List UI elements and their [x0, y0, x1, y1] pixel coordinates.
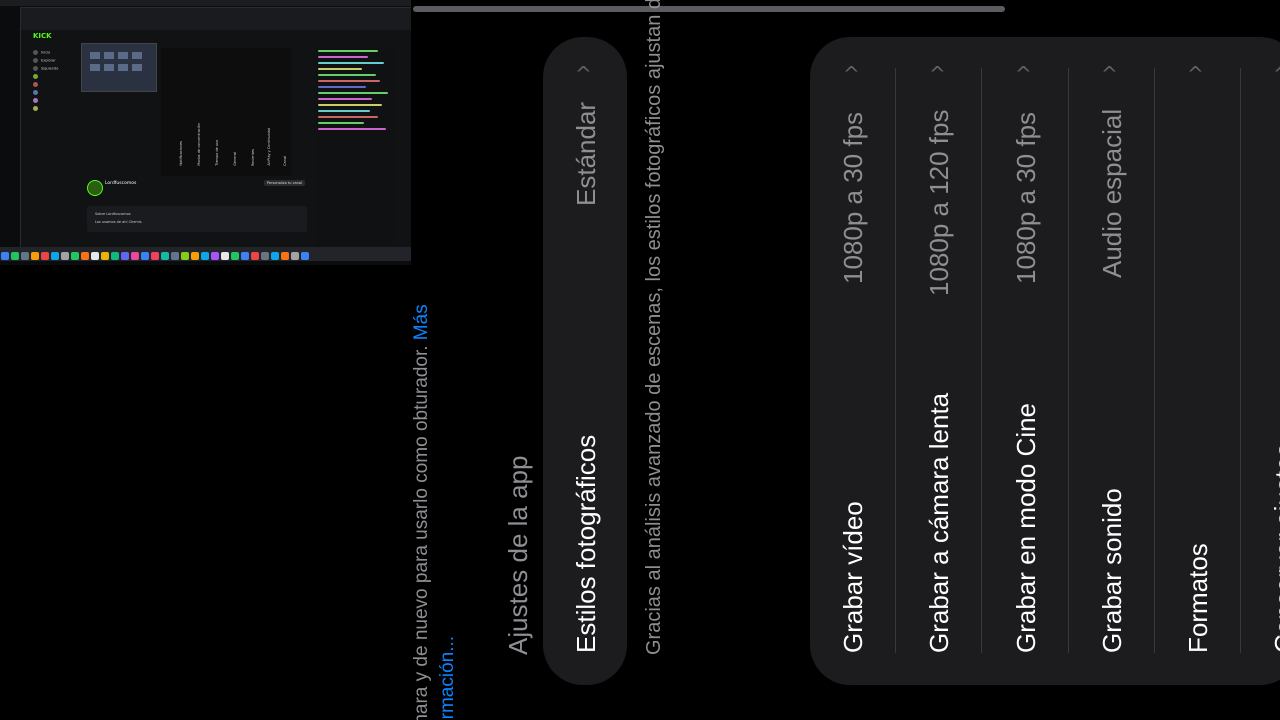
heart-icon — [33, 66, 38, 71]
avatar[interactable] — [87, 180, 103, 196]
divider — [1240, 68, 1241, 653]
menu-item[interactable]: Canal — [283, 156, 287, 166]
menu-item[interactable]: Tiempo de uso — [215, 140, 219, 166]
dock — [0, 247, 411, 261]
menu-item[interactable]: AirPlay y Continuidad — [267, 128, 271, 166]
menu-item[interactable]: Recientes — [251, 149, 255, 166]
intro-text: cámara y de nuevo para usarlo como obtur… — [411, 30, 461, 720]
sidebar-channel[interactable] — [33, 98, 79, 103]
photographic-styles-label: Estilos fotográficos — [571, 434, 601, 653]
row-slow-motion-label[interactable]: Grabar a cámara lenta — [924, 393, 955, 653]
section-title: Ajustes de la app — [503, 455, 533, 655]
chevron-icon: ^ — [1015, 62, 1032, 86]
row-slow-motion-value: 1080p a 120 fps — [924, 109, 954, 297]
settings-side-menu: Notificaciones Modos de concentración Ti… — [161, 48, 291, 176]
browser-toolbar — [21, 8, 411, 30]
sidebar-channel[interactable] — [33, 106, 79, 111]
avatar — [33, 74, 38, 79]
row-preserve-settings-label[interactable]: Conservar ajustes — [1269, 443, 1280, 653]
customize-channel-button[interactable]: Personaliza tu canal — [263, 180, 305, 186]
stream-preview[interactable] — [81, 43, 157, 92]
sidebar-item-explorar[interactable]: Explorar — [33, 58, 79, 63]
row-cinematic-value: 1080p a 30 fps — [1011, 111, 1041, 284]
kick-sidebar: Inicio Explorar Siguiendo — [21, 38, 79, 248]
sidebar-item-siguiendo[interactable]: Siguiendo — [33, 66, 79, 71]
menu-item[interactable]: Notificaciones — [179, 141, 183, 166]
chevron-icon: ^ — [1273, 64, 1280, 84]
about-text: Los usamos de ahí Chemis — [95, 220, 142, 224]
photographic-styles-value: Estándar — [571, 101, 601, 206]
menu-bar — [0, 0, 411, 6]
chevron-icon: ^ — [843, 62, 860, 86]
divider — [1068, 68, 1069, 653]
row-record-video-value: 1080p a 30 fps — [838, 111, 868, 284]
menu-item[interactable]: General — [233, 152, 237, 166]
chevron-icon: ^ — [1101, 62, 1118, 86]
row-cinematic-label[interactable]: Grabar en modo Cine — [1011, 403, 1042, 653]
row-record-sound-label[interactable]: Grabar sonido — [1097, 488, 1128, 653]
browser-window: KICK Inicio Explorar Siguiendo Notificac… — [20, 7, 411, 249]
about-section: Sobre Lordfuscomos Los usamos de ahí Che… — [87, 206, 307, 232]
camera-settings-screen: cámara y de nuevo para usarlo como obtur… — [411, 0, 1280, 720]
scrollbar[interactable] — [413, 6, 1005, 12]
chat-panel — [315, 46, 395, 246]
compass-icon — [33, 58, 38, 63]
chevron-icon: ^ — [929, 62, 946, 86]
row-record-sound-value: Audio espacial — [1097, 108, 1127, 278]
desktop-screenshot-thumbnail: KICK Inicio Explorar Siguiendo Notificac… — [0, 0, 411, 265]
avatar — [33, 98, 38, 103]
channel-name[interactable]: Lordfuscomos — [105, 181, 136, 186]
more-info-link-continued[interactable]: información... — [435, 30, 461, 720]
menu-item[interactable]: Modos de concentración — [197, 123, 201, 166]
more-info-link[interactable]: Más — [411, 304, 432, 340]
sidebar-item-inicio[interactable]: Inicio — [33, 50, 79, 55]
about-title: Sobre Lordfuscomos — [95, 212, 131, 216]
home-icon — [33, 50, 38, 55]
divider — [981, 68, 982, 653]
avatar — [33, 106, 38, 111]
avatar — [33, 82, 38, 87]
row-formats-label[interactable]: Formatos — [1183, 543, 1214, 653]
sidebar-channel[interactable] — [33, 82, 79, 87]
channel-header: Lordfuscomos Personaliza tu canal — [85, 180, 305, 206]
row-record-video-label[interactable]: Grabar vídeo — [838, 501, 869, 653]
styles-description: Gracias al análisis avanzado de escenas,… — [641, 0, 668, 655]
avatar — [33, 90, 38, 95]
sidebar-channel[interactable] — [33, 74, 79, 79]
chevron-icon: ^ — [1187, 62, 1204, 86]
chevron-icon: ^ — [575, 62, 592, 86]
divider — [1154, 68, 1155, 653]
divider — [895, 68, 896, 653]
sidebar-channel[interactable] — [33, 90, 79, 95]
